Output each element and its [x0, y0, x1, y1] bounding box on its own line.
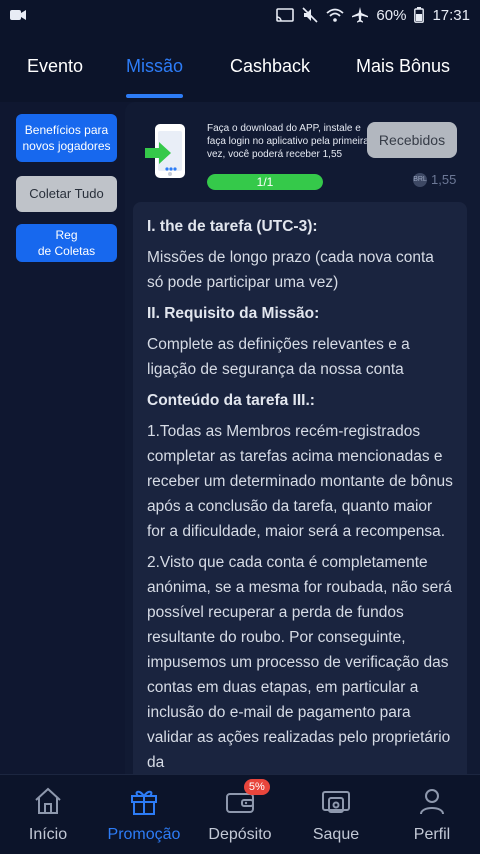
nav-home-label: Início [28, 826, 68, 843]
video-camera-icon [10, 9, 26, 21]
battery-percent: 60% [376, 6, 407, 24]
cast-icon [276, 8, 295, 22]
mute-icon [302, 7, 318, 23]
nav-profile-label: Perfil [413, 826, 451, 843]
rules-paragraph-3: 1.Todas as Membros recém-registrados com… [147, 423, 453, 540]
status-bar: 60% 17:31 [0, 0, 480, 30]
nav-deposit[interactable]: 5% Depósito [192, 775, 288, 854]
mission-panel: Faça o download do APP, instale e faça l… [125, 102, 480, 782]
tab-evento[interactable]: Evento [27, 30, 83, 102]
rules-heading-3: Conteúdo da tarefa III.: [147, 392, 315, 409]
collect-all-button[interactable]: Coletar Tudo [16, 176, 117, 212]
home-icon [33, 787, 63, 820]
side-menu: Benefícios para novos jogadores Coletar … [0, 102, 125, 774]
tab-cashback[interactable]: Cashback [230, 30, 310, 102]
collection-record-line2: de Coletas [37, 244, 96, 258]
rules-heading-1: I. the de tarefa (UTC-3): [147, 218, 318, 235]
task-description: Faça o download do APP, instale e faça l… [207, 123, 369, 160]
nav-profile[interactable]: Perfil [384, 775, 480, 854]
collection-record-button[interactable]: Reg de Coletas [16, 224, 117, 262]
airplane-icon [352, 7, 369, 23]
tab-mais-bonus[interactable]: Mais Bônus [356, 30, 450, 102]
nav-home[interactable]: Início [0, 775, 96, 854]
tab-missao[interactable]: Missão [126, 30, 184, 102]
nav-withdraw[interactable]: Saque [288, 775, 384, 854]
rules-paragraph-2: Complete as definições relevantes e a li… [147, 336, 410, 378]
profile-icon [417, 787, 447, 820]
nav-promotion[interactable]: Promoção [96, 775, 192, 854]
wifi-icon [326, 8, 345, 22]
clock: 17:31 [432, 6, 470, 24]
task-progress-bar: 1/1 [207, 174, 323, 190]
bottom-navigation: Início Promoção 5% Depósito Saque Perfil [0, 774, 480, 854]
download-app-icon [143, 122, 193, 185]
rules-paragraph-4: 2.Visto que cada conta é completamente a… [147, 554, 453, 771]
nav-promotion-label: Promoção [107, 826, 181, 843]
task-reward: BRL 1,55 [413, 172, 456, 187]
task-reward-amount: 1,55 [431, 172, 457, 187]
mission-rules: I. the de tarefa (UTC-3): Missões de lon… [133, 202, 467, 782]
gift-icon [129, 787, 159, 820]
task-progress-label: 1/1 [256, 175, 274, 189]
task-card: Faça o download do APP, instale e faça l… [133, 108, 467, 196]
received-button[interactable]: Recebidos [367, 122, 457, 158]
withdraw-icon [321, 787, 351, 820]
collection-record-line1: Reg [55, 228, 78, 242]
coin-icon: BRL [413, 172, 427, 187]
nav-deposit-label: Depósito [208, 826, 272, 843]
new-players-benefits-button[interactable]: Benefícios para novos jogadores [16, 114, 117, 162]
tab-bar: Evento Missão Cashback Mais Bônus [0, 30, 480, 102]
rules-heading-2: II. Requisito da Missão: [147, 305, 320, 322]
rules-paragraph-1: Missões de longo prazo (cada nova conta … [147, 249, 434, 291]
nav-withdraw-label: Saque [312, 826, 360, 843]
battery-icon [414, 7, 425, 23]
deposit-bonus-badge: 5% [243, 779, 270, 795]
